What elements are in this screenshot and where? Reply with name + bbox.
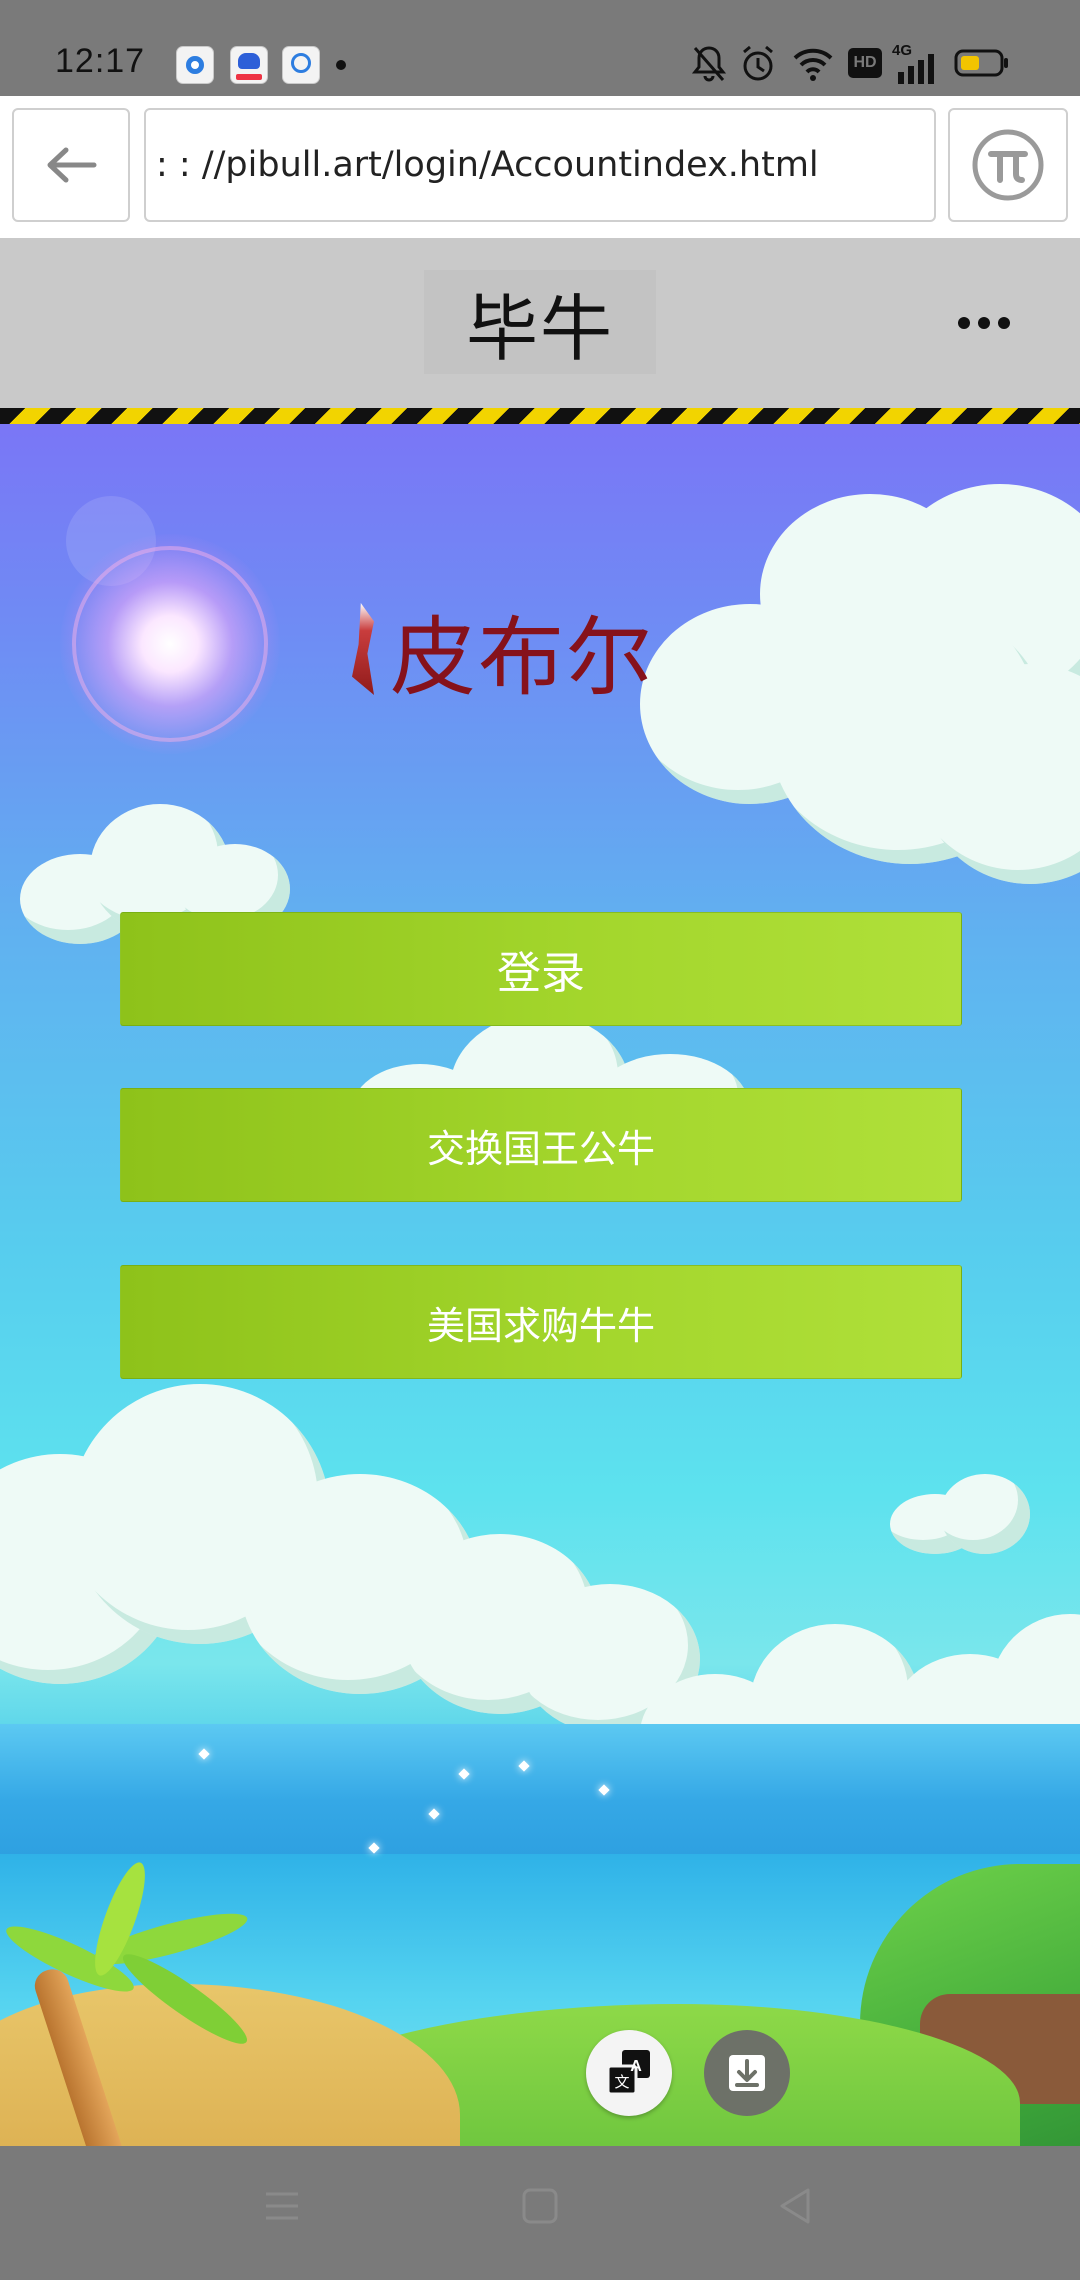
pi-icon xyxy=(972,129,1044,201)
site-logo: 皮布尔 xyxy=(352,594,654,708)
translate-glyph-a: A xyxy=(630,2058,642,2075)
cloud-small-right xyxy=(890,1474,1050,1554)
recent-apps-icon[interactable] xyxy=(262,2186,302,2226)
system-navigation-bar xyxy=(0,2146,1080,2280)
mute-bell-icon xyxy=(692,46,726,82)
more-dot-icon xyxy=(998,317,1010,329)
battery-icon xyxy=(954,49,1008,77)
more-options-button[interactable] xyxy=(952,300,1016,346)
page-header: 毕牛 xyxy=(0,238,1080,408)
cloud-bank-bottom xyxy=(0,1364,700,1734)
status-time: 12:17 xyxy=(55,42,146,80)
hazard-stripe-divider xyxy=(0,408,1080,424)
download-button[interactable] xyxy=(704,2030,790,2116)
browser-toolbar: : : //pibull.art/login/Accountindex.html xyxy=(0,96,1080,238)
login-button[interactable]: 登录 xyxy=(120,912,962,1026)
pi-browser-button[interactable] xyxy=(948,108,1068,222)
back-nav-icon[interactable] xyxy=(776,2186,816,2226)
baidu-netdisk-icon xyxy=(282,46,320,84)
buy-bull-button[interactable]: 美国求购牛牛 xyxy=(120,1265,962,1379)
hd-label: HD xyxy=(853,54,877,71)
translate-button[interactable]: A 文 xyxy=(586,2030,672,2116)
wifi-icon xyxy=(793,48,833,81)
sun-ring-decoration xyxy=(72,546,268,742)
exchange-king-bull-button[interactable]: 交换国王公牛 xyxy=(120,1088,962,1202)
signal-strength-icon xyxy=(898,54,934,84)
back-button[interactable] xyxy=(12,108,130,222)
cloud-large xyxy=(620,484,1080,904)
page-title: 毕牛 xyxy=(465,286,614,371)
hd-badge: HD xyxy=(848,48,882,78)
alarm-icon xyxy=(743,45,773,81)
baidu-icon xyxy=(230,46,268,84)
status-bar: 12:17 HD 4G xyxy=(0,0,1080,96)
game-area: 皮布尔 登录 交换国王公牛 美国求购牛牛 A 文 xyxy=(0,424,1080,2146)
more-dot-icon xyxy=(978,317,990,329)
download-icon xyxy=(729,2055,765,2091)
arrow-left-icon xyxy=(47,147,97,183)
logo-mark-icon xyxy=(352,603,374,695)
url-field[interactable]: : : //pibull.art/login/Accountindex.html xyxy=(144,108,936,222)
more-notifications-dot-icon xyxy=(336,60,346,70)
more-dot-icon xyxy=(958,317,970,329)
status-icons: HD 4G xyxy=(692,42,1032,84)
translate-icon: A 文 xyxy=(606,2050,650,2096)
translate-glyph-zh: 文 xyxy=(614,2073,629,2091)
ocean-far xyxy=(0,1724,1080,1864)
home-icon[interactable] xyxy=(520,2186,560,2226)
page-title-container: 毕牛 xyxy=(424,270,656,374)
app-notification-icon xyxy=(176,46,214,84)
site-title: 皮布尔 xyxy=(390,607,654,708)
url-text: : : //pibull.art/login/Accountindex.html xyxy=(156,145,819,185)
